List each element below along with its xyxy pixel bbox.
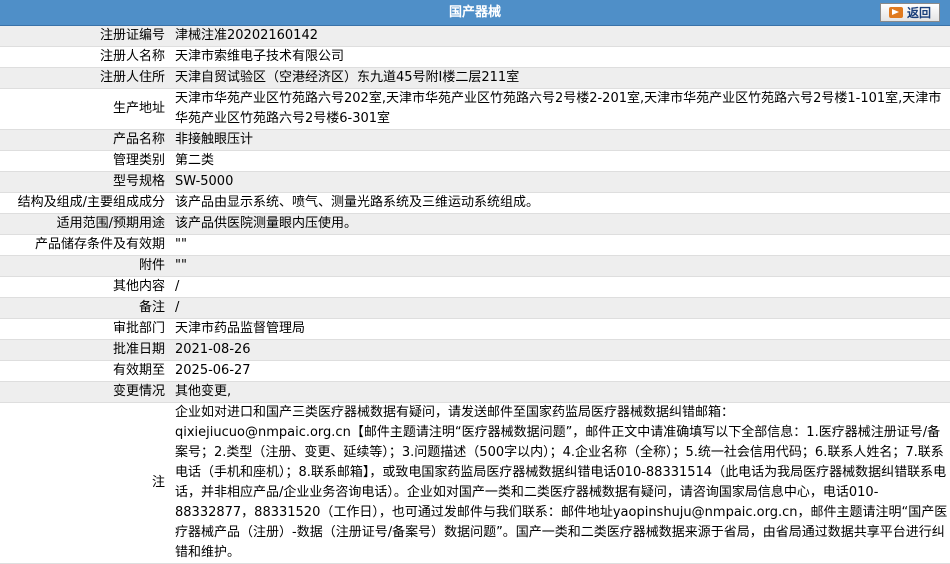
field-value: "" <box>169 234 950 256</box>
table-row: 附件 "" <box>0 255 950 277</box>
data-contact-email-link[interactable]: yaopinshuju@nmpaic.org.cn <box>613 505 798 520</box>
field-value: 津械注准20202160142 <box>169 26 950 47</box>
page-title: 国产器械 <box>448 5 501 20</box>
field-label: 生产地址 <box>0 88 169 130</box>
table-row: 适用范围/预期用途 该产品供医院测量眼内压使用。 <box>0 213 950 235</box>
table-row: 管理类别 第二类 <box>0 150 950 172</box>
field-label: 产品名称 <box>0 129 169 151</box>
field-label: 型号规格 <box>0 171 169 193</box>
field-value: 天津自贸试验区（空港经济区）东九道45号附Ⅰ楼二层211室 <box>169 67 950 89</box>
note-label: 注 <box>0 402 169 564</box>
field-label: 结构及组成/主要组成成分 <box>0 192 169 214</box>
field-value: 该产品供医院测量眼内压使用。 <box>169 213 950 235</box>
field-label: 管理类别 <box>0 150 169 172</box>
field-value: / <box>169 297 950 319</box>
note-content: 企业如对进口和国产三类医疗器械数据有疑问，请发送邮件至国家药监局医疗器械数据纠错… <box>169 402 950 564</box>
field-label: 变更情况 <box>0 381 169 403</box>
table-row: 有效期至 2025-06-27 <box>0 360 950 382</box>
field-value: "" <box>169 255 950 277</box>
field-value: 天津市索维电子技术有限公司 <box>169 46 950 68</box>
device-info-table: 注册证编号 津械注准20202160142 注册人名称 天津市索维电子技术有限公… <box>0 26 950 564</box>
field-value: 非接触眼压计 <box>169 129 950 151</box>
back-button-label: 返回 <box>906 6 931 20</box>
field-label: 注册人名称 <box>0 46 169 68</box>
field-value: / <box>169 276 950 298</box>
table-row: 产品储存条件及有效期 "" <box>0 234 950 256</box>
error-report-email-link[interactable]: qixiejiucuo@nmpaic.org.cn <box>175 425 351 440</box>
table-row: 注册证编号 津械注准20202160142 <box>0 26 950 47</box>
back-button[interactable]: 返回 <box>880 3 940 22</box>
field-label: 注册人住所 <box>0 67 169 89</box>
field-label: 审批部门 <box>0 318 169 340</box>
field-label: 注册证编号 <box>0 26 169 47</box>
field-value: 天津市药品监督管理局 <box>169 318 950 340</box>
table-row: 产品名称 非接触眼压计 <box>0 129 950 151</box>
field-label: 批准日期 <box>0 339 169 361</box>
note-row: 注 企业如对进口和国产三类医疗器械数据有疑问，请发送邮件至国家药监局医疗器械数据… <box>0 402 950 564</box>
table-row: 注册人名称 天津市索维电子技术有限公司 <box>0 46 950 68</box>
field-label: 有效期至 <box>0 360 169 382</box>
table-row: 型号规格 SW-5000 <box>0 171 950 193</box>
field-value: 2021-08-26 <box>169 339 950 361</box>
field-value: 第二类 <box>169 150 950 172</box>
table-row: 批准日期 2021-08-26 <box>0 339 950 361</box>
field-label: 其他内容 <box>0 276 169 298</box>
field-label: 备注 <box>0 297 169 319</box>
table-row: 注册人住所 天津自贸试验区（空港经济区）东九道45号附Ⅰ楼二层211室 <box>0 67 950 89</box>
field-value: SW-5000 <box>169 171 950 193</box>
field-value: 天津市华苑产业区竹苑路六号202室,天津市华苑产业区竹苑路六号2号楼2-201室… <box>169 88 950 130</box>
field-value: 2025-06-27 <box>169 360 950 382</box>
table-row: 结构及组成/主要组成成分 该产品由显示系统、喷气、测量光路系统及三维运动系统组成… <box>0 192 950 214</box>
field-label: 附件 <box>0 255 169 277</box>
back-arrow-icon <box>888 7 903 18</box>
field-value: 其他变更, <box>169 381 950 403</box>
table-row: 变更情况 其他变更, <box>0 381 950 403</box>
table-row: 其他内容 / <box>0 276 950 298</box>
field-value: 该产品由显示系统、喷气、测量光路系统及三维运动系统组成。 <box>169 192 950 214</box>
table-row: 生产地址 天津市华苑产业区竹苑路六号202室,天津市华苑产业区竹苑路六号2号楼2… <box>0 88 950 130</box>
table-row: 备注 / <box>0 297 950 319</box>
header-bar: 国产器械 返回 <box>0 0 950 26</box>
table-row: 审批部门 天津市药品监督管理局 <box>0 318 950 340</box>
field-label: 产品储存条件及有效期 <box>0 234 169 256</box>
note-intro: 企业如对进口和国产三类医疗器械数据有疑问，请发送邮件至国家药监局医疗器械数据纠错… <box>175 405 735 420</box>
field-label: 适用范围/预期用途 <box>0 213 169 235</box>
